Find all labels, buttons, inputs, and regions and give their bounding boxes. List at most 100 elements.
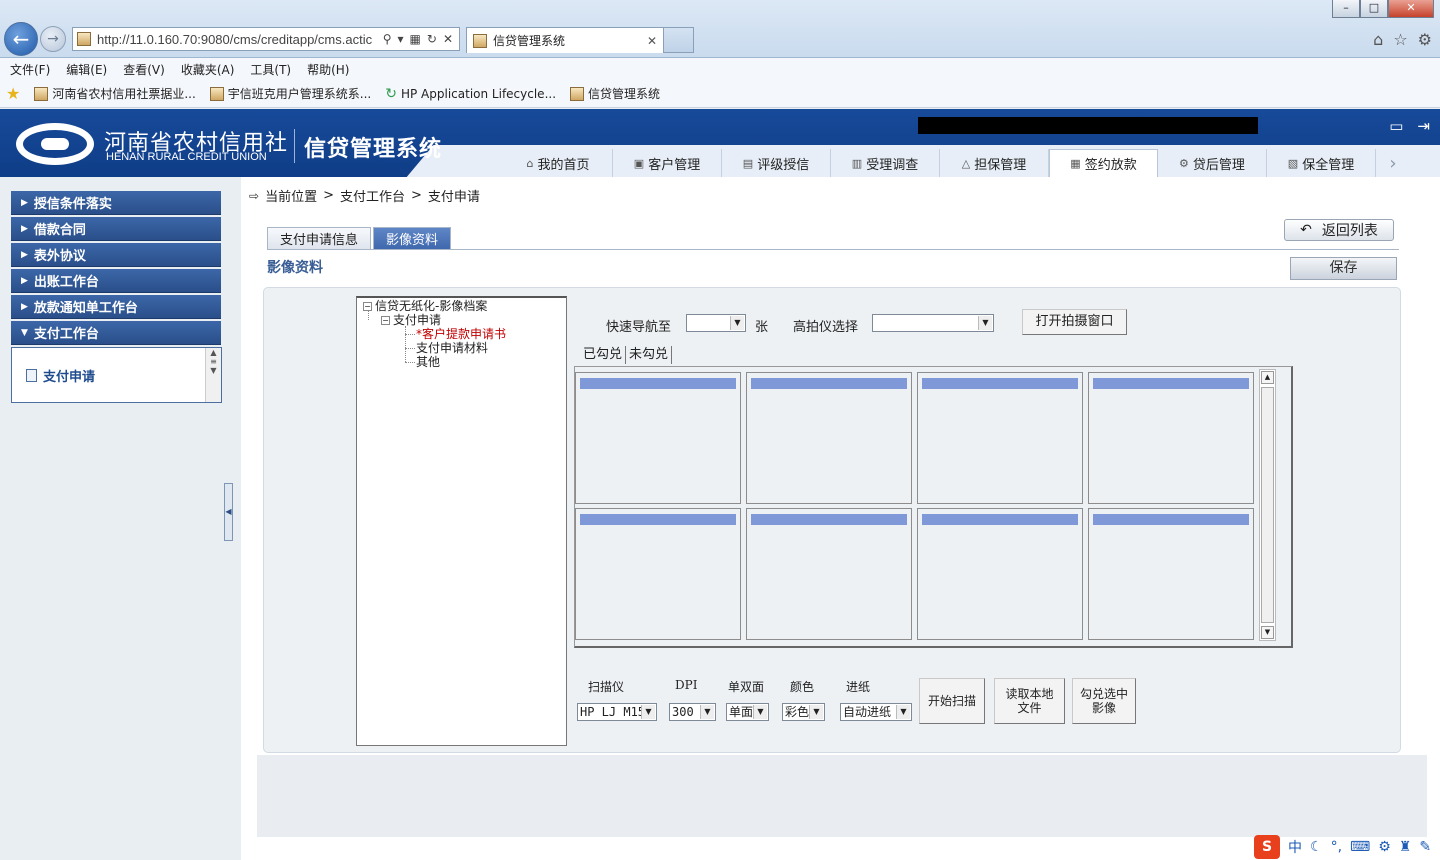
- quick-nav-select[interactable]: ▼: [686, 314, 746, 332]
- nav-tab-preservation[interactable]: ▧ 保全管理: [1267, 149, 1376, 177]
- keyboard-icon[interactable]: ⌨: [1350, 839, 1370, 855]
- dropdown-icon[interactable]: ▾: [398, 32, 404, 46]
- check-selected-image-button[interactable]: 勾兑选中影像: [1072, 678, 1136, 724]
- image-thumbnail[interactable]: [917, 372, 1083, 504]
- sidebar-item-credit-conditions[interactable]: ▶ 授信条件落实: [11, 191, 221, 215]
- sidebar-item-disbursement[interactable]: ▶ 出账工作台: [11, 269, 221, 293]
- image-thumbnail[interactable]: [1088, 508, 1254, 640]
- skin-shirt-icon[interactable]: ♜: [1399, 839, 1412, 855]
- new-tab-button[interactable]: [664, 27, 694, 53]
- sidebar-item-loan-notice[interactable]: ▶ 放款通知单工作台: [11, 295, 221, 319]
- collapse-icon[interactable]: −: [381, 316, 390, 325]
- thumbnail-scrollbar[interactable]: ▲ ▼: [1259, 369, 1276, 641]
- punctuation-icon[interactable]: °,: [1331, 839, 1342, 855]
- moon-icon[interactable]: ☾: [1310, 839, 1323, 855]
- submenu-scrollbar[interactable]: ▲ ≡ ▼: [205, 348, 221, 402]
- nav-tab-customer[interactable]: ▣ 客户管理: [613, 149, 722, 177]
- address-bar[interactable]: http://11.0.160.70:9080/cms/creditapp/cm…: [72, 27, 460, 51]
- tree-root[interactable]: − 信贷无纸化-影像档案: [363, 299, 487, 313]
- image-thumbnail[interactable]: [575, 508, 741, 640]
- sogou-ime-icon[interactable]: S: [1254, 835, 1280, 859]
- image-thumbnail[interactable]: [1088, 372, 1254, 504]
- back-arrow-icon[interactable]: ←: [4, 22, 38, 56]
- sidebar-item-offbalance[interactable]: ▶ 表外协议: [11, 243, 221, 267]
- nav-tab-signing[interactable]: ▦ 签约放款: [1049, 149, 1158, 177]
- menu-favorites[interactable]: 收藏夹(A): [181, 61, 235, 78]
- tree-leaf-payment-materials[interactable]: 支付申请材料: [416, 341, 488, 355]
- contract-icon: ▦: [1070, 157, 1081, 170]
- sidebar-collapse-handle[interactable]: ◀: [224, 483, 233, 541]
- breadcrumb-payment-workbench[interactable]: 支付工作台: [340, 186, 405, 205]
- ime-language[interactable]: 中: [1288, 837, 1302, 857]
- favorites-star-icon[interactable]: ☆: [1393, 30, 1407, 49]
- sidebar-link-payment-request[interactable]: 支付申请: [26, 366, 95, 385]
- logout-icon[interactable]: ⇥: [1417, 117, 1430, 135]
- color-select[interactable]: 彩色 ▼: [782, 703, 825, 721]
- sidebar-item-payment-workbench[interactable]: ▼ 支付工作台: [11, 321, 221, 345]
- dpi-select[interactable]: 300 ▼: [669, 703, 716, 721]
- scroll-down-icon[interactable]: ▼: [1261, 626, 1274, 639]
- scroll-up-icon[interactable]: ▲: [1261, 371, 1274, 384]
- image-thumbnail[interactable]: [746, 372, 912, 504]
- scanner-select[interactable]: HP LJ M153 ▼: [577, 703, 657, 721]
- home-icon[interactable]: ⌂: [1373, 30, 1383, 49]
- menu-file[interactable]: 文件(F): [10, 61, 50, 78]
- favorite-link[interactable]: ↻ HP Application Lifecycle...: [385, 86, 556, 102]
- nav-tab-survey[interactable]: ▥ 受理调查: [831, 149, 940, 177]
- ime-toolbar: S 中 ☾ °, ⌨ ⚙ ♜ ✎: [1254, 834, 1431, 860]
- chevron-right-icon[interactable]: ›: [1376, 149, 1410, 177]
- nav-tab-guarantee[interactable]: △ 担保管理: [940, 149, 1049, 177]
- nav-tab-home[interactable]: ⌂ 我的首页: [504, 149, 613, 177]
- settings-gear-icon[interactable]: ⚙: [1418, 30, 1432, 49]
- scrollbar-track[interactable]: [1261, 387, 1274, 623]
- favorite-link[interactable]: 宇信班克用户管理系统系...: [209, 85, 371, 102]
- caret-down-icon: ▼: [21, 327, 28, 338]
- favorite-link[interactable]: 信贷管理系统: [570, 85, 660, 102]
- tools-wrench-icon[interactable]: ✎: [1419, 839, 1431, 855]
- feed-select[interactable]: 自动进纸 ▼: [840, 703, 912, 721]
- menu-tools[interactable]: 工具(T): [250, 61, 291, 78]
- close-tab-icon[interactable]: ✕: [647, 34, 663, 48]
- stop-icon[interactable]: ✕: [443, 32, 453, 46]
- camera-select[interactable]: ▼: [872, 314, 994, 332]
- forward-arrow-icon[interactable]: →: [40, 26, 66, 52]
- favorite-link[interactable]: 河南省农村信用社票据业...: [34, 85, 196, 102]
- quick-nav-label: 快速导航至: [606, 320, 672, 335]
- read-local-file-button[interactable]: 读取本地文件: [994, 678, 1065, 724]
- search-icon[interactable]: ⚲: [383, 32, 392, 46]
- browser-tab[interactable]: 信贷管理系统 ✕: [466, 27, 664, 53]
- image-thumbnail[interactable]: [917, 508, 1083, 640]
- tree-leaf-withdrawal-form[interactable]: *客户提款申请书: [416, 327, 506, 341]
- image-thumbnail[interactable]: [575, 372, 741, 504]
- tab-image-data[interactable]: 影像资料: [373, 227, 452, 249]
- save-button[interactable]: 保存: [1290, 257, 1397, 280]
- maximize-button[interactable]: □: [1360, 0, 1388, 18]
- page-favicon-icon: [77, 32, 91, 46]
- sidebar-item-loan-contract[interactable]: ▶ 借款合同: [11, 217, 221, 241]
- menu-edit[interactable]: 编辑(E): [66, 61, 107, 78]
- start-scan-button[interactable]: 开始扫描: [919, 678, 985, 724]
- tree-leaf-other[interactable]: 其他: [416, 355, 440, 369]
- menu-view[interactable]: 查看(V): [123, 61, 165, 78]
- back-to-list-button[interactable]: ↶ 返回列表: [1284, 219, 1394, 241]
- refresh-icon[interactable]: ↻: [427, 32, 437, 46]
- nav-tab-rating[interactable]: ▤ 评级授信: [722, 149, 831, 177]
- menu-help[interactable]: 帮助(H): [307, 61, 349, 78]
- duplex-select[interactable]: 单面 ▼: [726, 703, 769, 721]
- close-window-button[interactable]: ✕: [1388, 0, 1434, 18]
- minimize-button[interactable]: –: [1332, 0, 1360, 18]
- tab-checked[interactable]: 已勾兑: [580, 346, 627, 364]
- tab-unchecked[interactable]: 未勾兑: [626, 346, 673, 364]
- settings-gear-icon[interactable]: ⚙: [1378, 839, 1391, 855]
- image-thumbnail[interactable]: [746, 508, 912, 640]
- address-url[interactable]: http://11.0.160.70:9080/cms/creditapp/cm…: [97, 32, 377, 47]
- tab-payment-info[interactable]: 支付申请信息: [267, 227, 372, 249]
- credit-union-logo-icon: [16, 123, 94, 165]
- open-camera-window-button[interactable]: 打开拍摄窗口: [1022, 309, 1127, 335]
- compat-view-icon[interactable]: ▦: [410, 32, 421, 46]
- favorites-star-icon[interactable]: ★: [6, 84, 20, 103]
- monitor-icon[interactable]: ▭: [1389, 117, 1403, 135]
- color-label: 颜色: [790, 680, 815, 694]
- tree-node-payment[interactable]: − 支付申请: [381, 313, 441, 327]
- nav-tab-postloan[interactable]: ⚙ 贷后管理: [1158, 149, 1267, 177]
